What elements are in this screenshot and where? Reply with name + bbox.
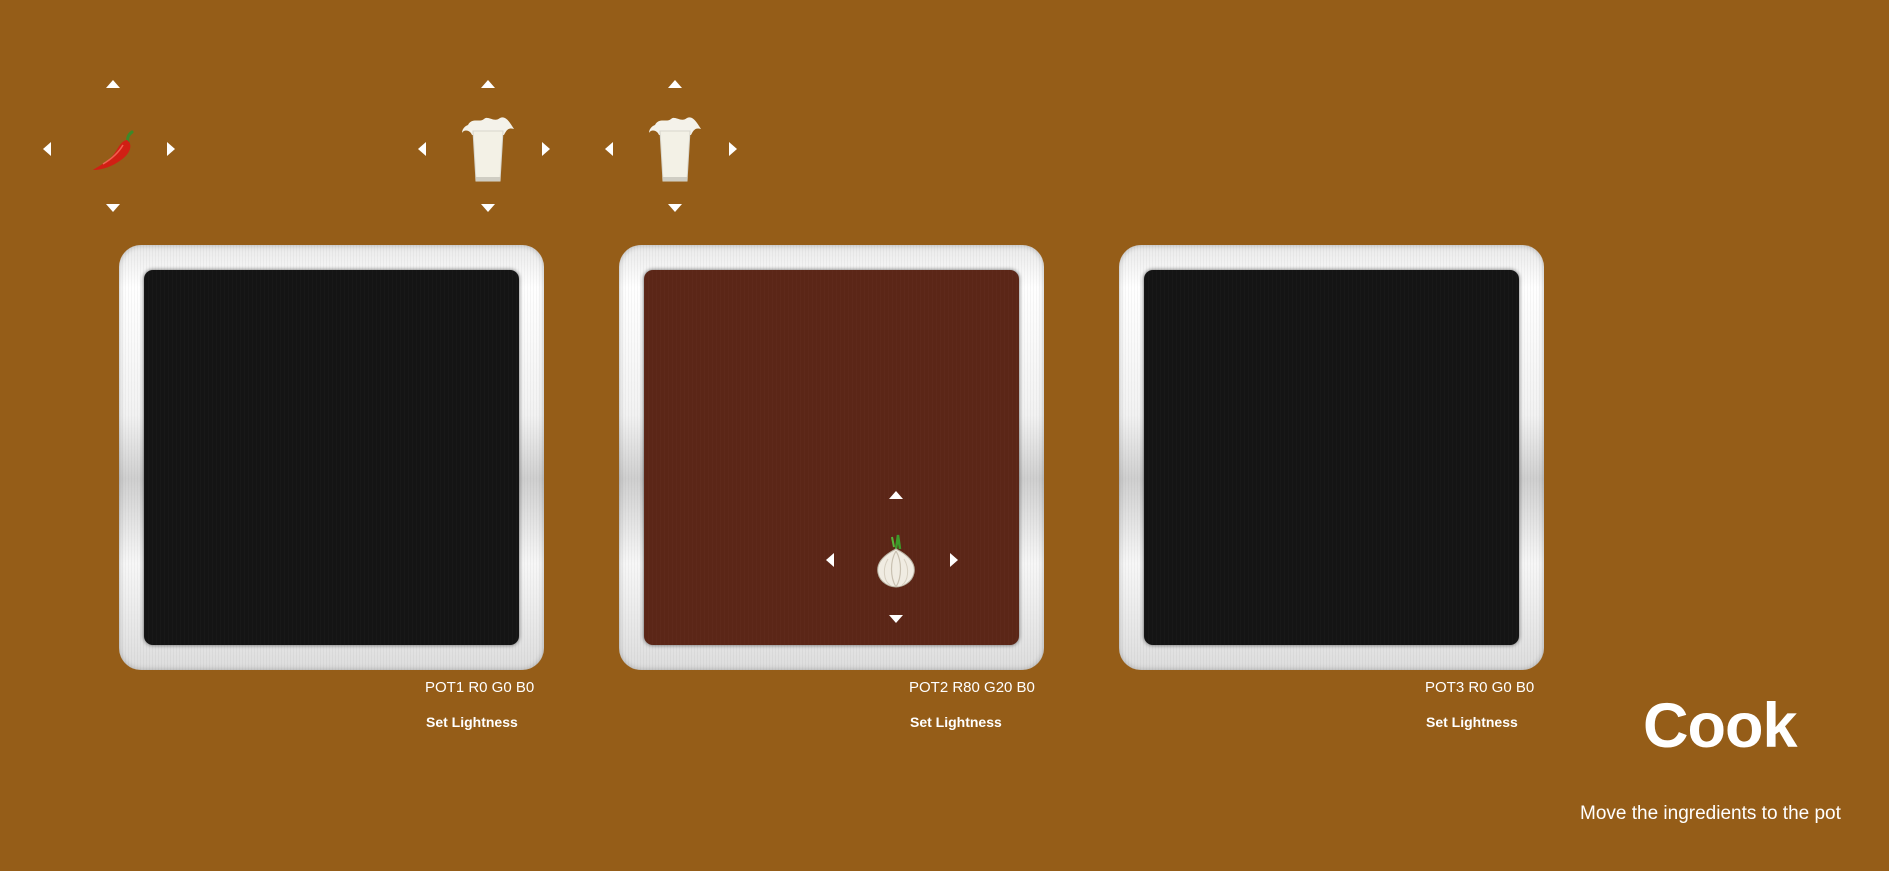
milk-glass-icon[interactable] bbox=[645, 115, 705, 185]
move-left-arrow-icon[interactable] bbox=[43, 142, 51, 156]
pot-1-contents bbox=[144, 270, 519, 645]
pot-2-set-lightness-button[interactable]: Set Lightness bbox=[910, 714, 1002, 730]
move-left-arrow-icon[interactable] bbox=[826, 553, 834, 567]
pot-3-set-lightness-button[interactable]: Set Lightness bbox=[1426, 714, 1518, 730]
pot-2-color-label: POT2 R80 G20 B0 bbox=[909, 679, 1035, 696]
move-up-arrow-icon[interactable] bbox=[106, 80, 120, 88]
garlic-icon[interactable] bbox=[866, 531, 926, 591]
cook-button[interactable]: Cook bbox=[1643, 690, 1797, 762]
move-right-arrow-icon[interactable] bbox=[950, 553, 958, 567]
move-up-arrow-icon[interactable] bbox=[481, 80, 495, 88]
pot-1 bbox=[119, 245, 544, 670]
move-down-arrow-icon[interactable] bbox=[668, 204, 682, 212]
move-down-arrow-icon[interactable] bbox=[106, 204, 120, 212]
move-right-arrow-icon[interactable] bbox=[542, 142, 550, 156]
move-down-arrow-icon[interactable] bbox=[481, 204, 495, 212]
ingredient-garlic[interactable] bbox=[826, 491, 966, 631]
milk-glass-icon[interactable] bbox=[458, 115, 518, 185]
pot-1-color-label: POT1 R0 G0 B0 bbox=[425, 679, 535, 696]
pot-3-color-label: POT3 R0 G0 B0 bbox=[1425, 679, 1535, 696]
move-right-arrow-icon[interactable] bbox=[167, 142, 175, 156]
move-left-arrow-icon[interactable] bbox=[605, 142, 613, 156]
ingredient-chili[interactable] bbox=[43, 80, 183, 220]
ingredient-milk[interactable] bbox=[418, 80, 558, 220]
move-down-arrow-icon[interactable] bbox=[889, 615, 903, 623]
pot-1-set-lightness-button[interactable]: Set Lightness bbox=[426, 714, 518, 730]
move-up-arrow-icon[interactable] bbox=[668, 80, 682, 88]
pot-3-contents bbox=[1144, 270, 1519, 645]
pot-3 bbox=[1119, 245, 1544, 670]
move-right-arrow-icon[interactable] bbox=[729, 142, 737, 156]
instruction-text: Move the ingredients to the pot bbox=[1580, 803, 1841, 824]
chili-pepper-icon[interactable] bbox=[83, 120, 143, 180]
move-left-arrow-icon[interactable] bbox=[418, 142, 426, 156]
move-up-arrow-icon[interactable] bbox=[889, 491, 903, 499]
ingredient-milk[interactable] bbox=[605, 80, 745, 220]
